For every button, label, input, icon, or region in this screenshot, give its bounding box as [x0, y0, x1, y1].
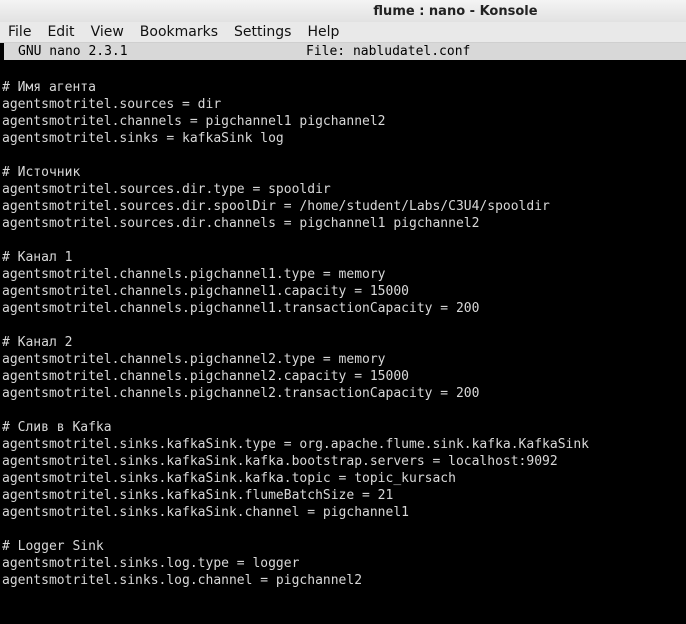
editor-line: agentsmotritel.channels.pigchannel2.type…: [2, 352, 386, 367]
editor-line: # Источник: [2, 165, 81, 180]
editor-line: agentsmotritel.channels.pigchannel2.tran…: [2, 386, 480, 401]
editor-line: agentsmotritel.sinks.log.channel = pigch…: [2, 573, 363, 588]
editor-line: agentsmotritel.sinks.kafkaSink.kafka.boo…: [2, 454, 558, 469]
editor-line: agentsmotritel.sources = dir: [2, 97, 222, 112]
nano-header-bar: GNU nano 2.3.1 File: nabludatel.conf: [4, 43, 686, 60]
editor-line: agentsmotritel.sinks.kafkaSink.channel =…: [2, 505, 409, 520]
editor-line: agentsmotritel.channels.pigchannel1.capa…: [2, 284, 409, 299]
editor-line: agentsmotritel.channels.pigchannel1.tran…: [2, 301, 480, 316]
editor-buffer[interactable]: # Имя агента agentsmotritel.sources = di…: [2, 79, 686, 589]
menu-bookmarks[interactable]: Bookmarks: [132, 22, 226, 42]
menu-view[interactable]: View: [83, 22, 132, 42]
editor-line: agentsmotritel.sinks.kafkaSink.flumeBatc…: [2, 488, 394, 503]
nano-version: GNU nano 2.3.1: [18, 44, 128, 59]
nano-filename: File: nabludatel.conf: [306, 44, 471, 59]
editor-line: # Канал 2: [2, 335, 73, 350]
editor-line: agentsmotritel.sources.dir.channels = pi…: [2, 216, 480, 231]
editor-line: agentsmotritel.channels.pigchannel2.capa…: [2, 369, 409, 384]
menu-file[interactable]: File: [0, 22, 39, 42]
editor-line: agentsmotritel.sinks.kafkaSink.type = or…: [2, 437, 589, 452]
editor-line: agentsmotritel.channels.pigchannel1.type…: [2, 267, 386, 282]
menu-settings[interactable]: Settings: [226, 22, 299, 42]
editor-line: # Имя агента: [2, 80, 96, 95]
window-title: flume : nano - Konsole: [373, 3, 538, 19]
editor-line: agentsmotritel.sources.dir.type = spoold…: [2, 182, 331, 197]
editor-line: agentsmotritel.sources.dir.spoolDir = /h…: [2, 199, 550, 214]
editor-line: # Logger Sink: [2, 539, 104, 554]
editor-line: agentsmotritel.channels = pigchannel1 pi…: [2, 114, 386, 129]
window-titlebar[interactable]: flume : nano - Konsole: [0, 0, 686, 22]
terminal-area[interactable]: GNU nano 2.3.1 File: nabludatel.conf # И…: [0, 43, 686, 624]
menu-bar: File Edit View Bookmarks Settings Help: [0, 22, 686, 43]
editor-line: # Канал 1: [2, 250, 73, 265]
editor-line: agentsmotritel.sinks.log.type = logger: [2, 556, 300, 571]
editor-line: agentsmotritel.sinks.kafkaSink.kafka.top…: [2, 471, 456, 486]
editor-line: # Слив в Kafka: [2, 420, 112, 435]
editor-line: agentsmotritel.sinks = kafkaSink log: [2, 131, 284, 146]
menu-help[interactable]: Help: [299, 22, 347, 42]
menu-edit[interactable]: Edit: [39, 22, 82, 42]
